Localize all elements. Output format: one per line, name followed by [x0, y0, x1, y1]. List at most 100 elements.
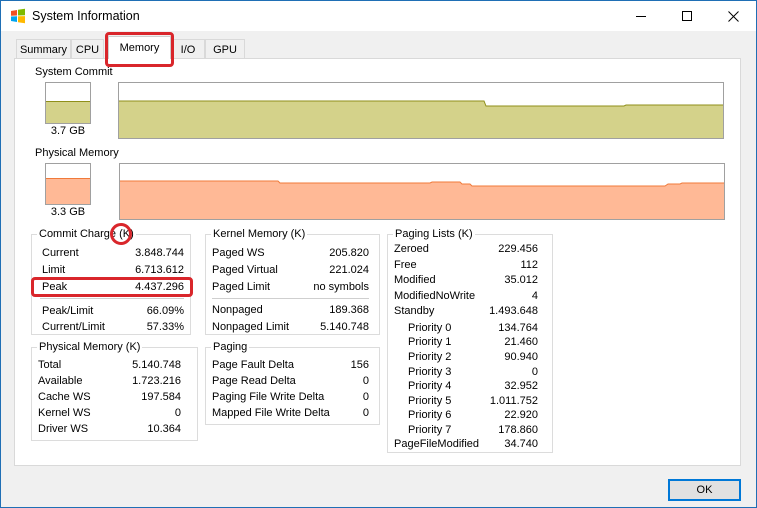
- kernel-paged-virtual-row: Paged Virtual 221.024: [212, 263, 369, 277]
- paging-title: Paging: [211, 341, 250, 353]
- row-label: ModifiedNoWrite: [394, 290, 476, 302]
- paging-priority-7-row: Priority 7 178.860: [408, 423, 538, 437]
- mapped-file-write-delta-row: Mapped File Write Delta 0: [212, 406, 369, 420]
- tab-summary[interactable]: Summary: [16, 39, 71, 59]
- maximize-button[interactable]: [664, 1, 710, 31]
- row-value: 21.460: [504, 336, 538, 348]
- row-value: 1.011.752: [489, 395, 538, 407]
- row-value: 32.952: [504, 380, 538, 392]
- row-label: Total: [38, 359, 62, 371]
- row-value: 4.437.296: [135, 281, 184, 293]
- row-value: 229.456: [498, 243, 538, 255]
- close-icon: [727, 10, 739, 22]
- row-label: Nonpaged Limit: [212, 321, 290, 333]
- row-value: 3.848.744: [135, 247, 184, 259]
- row-value: 221.024: [329, 264, 369, 276]
- tab-io[interactable]: I/O: [171, 39, 205, 59]
- row-label: Cache WS: [38, 391, 91, 403]
- physical-memory-history-chart: [120, 180, 724, 219]
- kernel-nonpaged-row: Nonpaged 189.368: [212, 303, 369, 317]
- row-label: Kernel WS: [38, 407, 91, 419]
- commit-charge-title: Commit Charge (K): [37, 228, 136, 240]
- physical-available-row: Available 1.723.216: [38, 374, 181, 388]
- row-label: Free: [394, 259, 417, 271]
- physical-memory-meter-fill: [46, 177, 90, 204]
- kernel-paged-limit-row: Paged Limit no symbols: [212, 280, 369, 294]
- row-label: Driver WS: [38, 423, 89, 435]
- kernel-divider: [212, 298, 369, 299]
- paging-modified-row: Modified 35.012: [394, 273, 538, 287]
- row-label: Priority 1: [408, 336, 452, 348]
- physical-cache-ws-row: Cache WS 197.584: [38, 390, 181, 404]
- row-label: Modified: [394, 274, 436, 286]
- commit-current-limit-row: Current/Limit 57.33%: [42, 320, 184, 334]
- page-read-delta-row: Page Read Delta 0: [212, 374, 369, 388]
- row-label: Peak/Limit: [42, 305, 94, 317]
- paging-priority-1-row: Priority 1 21.460: [408, 335, 538, 349]
- tab-memory[interactable]: Memory: [108, 36, 171, 59]
- paging-lists-group: Paging Lists (K) Zeroed 229.456 Free 112…: [387, 228, 553, 453]
- row-value: 0: [362, 407, 369, 419]
- title-bar[interactable]: System Information: [1, 1, 756, 31]
- commit-current-row: Current 3.848.744: [42, 246, 184, 260]
- maximize-icon: [682, 11, 692, 21]
- physical-total-row: Total 5.140.748: [38, 358, 181, 372]
- commit-limit-row: Limit 6.713.612: [42, 263, 184, 277]
- row-value: 0: [174, 407, 181, 419]
- physical-memory-meter: [45, 163, 91, 205]
- commit-peak-row: Peak 4.437.296: [42, 280, 184, 294]
- window-title: System Information: [32, 9, 140, 23]
- row-label: Priority 3: [408, 366, 452, 378]
- paging-priority-4-row: Priority 4 32.952: [408, 379, 538, 393]
- system-commit-meter: [45, 82, 91, 124]
- row-label: Current/Limit: [42, 321, 105, 333]
- row-label: Paging File Write Delta: [212, 391, 325, 403]
- paging-free-row: Free 112: [394, 258, 538, 272]
- system-commit-meter-fill: [46, 100, 90, 123]
- row-label: Priority 0: [408, 322, 452, 334]
- tab-cpu[interactable]: CPU: [71, 39, 104, 59]
- paging-group: Paging Page Fault Delta 156 Page Read De…: [205, 341, 380, 425]
- paging-modified-nowrite-row: ModifiedNoWrite 4: [394, 289, 538, 303]
- kernel-memory-title: Kernel Memory (K): [211, 228, 308, 240]
- minimize-icon: [636, 16, 646, 17]
- row-label: Page Read Delta: [212, 375, 296, 387]
- row-value: 0: [362, 391, 369, 403]
- memory-tab-panel: System Commit 3.7 GB Physical Memory 3.3…: [14, 58, 741, 466]
- row-label: Priority 6: [408, 409, 452, 421]
- row-value: 1.723.216: [132, 375, 181, 387]
- row-label: Zeroed: [394, 243, 429, 255]
- row-label: Current: [42, 247, 79, 259]
- paging-zeroed-row: Zeroed 229.456: [394, 242, 538, 256]
- row-label: Priority 7: [408, 424, 452, 436]
- system-commit-label: System Commit: [35, 66, 113, 78]
- row-value: 0: [362, 375, 369, 387]
- system-commit-history-chart: [119, 100, 723, 138]
- paging-priority-3-row: Priority 3 0: [408, 365, 538, 379]
- row-value: 90.940: [504, 351, 538, 363]
- row-label: Available: [38, 375, 83, 387]
- row-value: 10.364: [147, 423, 181, 435]
- tab-gpu[interactable]: GPU: [205, 39, 245, 59]
- ok-button[interactable]: OK: [668, 479, 741, 501]
- system-information-window: System Information Summary CPU Memory I/…: [0, 0, 757, 508]
- kernel-nonpaged-limit-row: Nonpaged Limit 5.140.748: [212, 320, 369, 334]
- row-value: 156: [350, 359, 369, 371]
- row-value: 112: [520, 259, 538, 271]
- row-label: Priority 5: [408, 395, 452, 407]
- minimize-button[interactable]: [618, 1, 664, 31]
- row-value: 57.33%: [146, 321, 184, 333]
- paging-standby-row: Standby 1.493.648: [394, 304, 538, 318]
- row-value: 1.493.648: [489, 305, 538, 317]
- row-value: 66.09%: [146, 305, 184, 317]
- physical-memory-history-graph: [119, 163, 725, 220]
- row-label: Paged WS: [212, 247, 265, 259]
- row-value: no symbols: [313, 281, 369, 293]
- close-button[interactable]: [710, 1, 756, 31]
- paging-priority-2-row: Priority 2 90.940: [408, 350, 538, 364]
- row-label: Limit: [42, 264, 66, 276]
- paging-priority-5-row: Priority 5 1.011.752: [408, 394, 538, 408]
- physical-driver-ws-row: Driver WS 10.364: [38, 422, 181, 436]
- paging-pagefile-modified-row: PageFileModified 34.740: [394, 437, 538, 451]
- row-label: Peak: [42, 281, 68, 293]
